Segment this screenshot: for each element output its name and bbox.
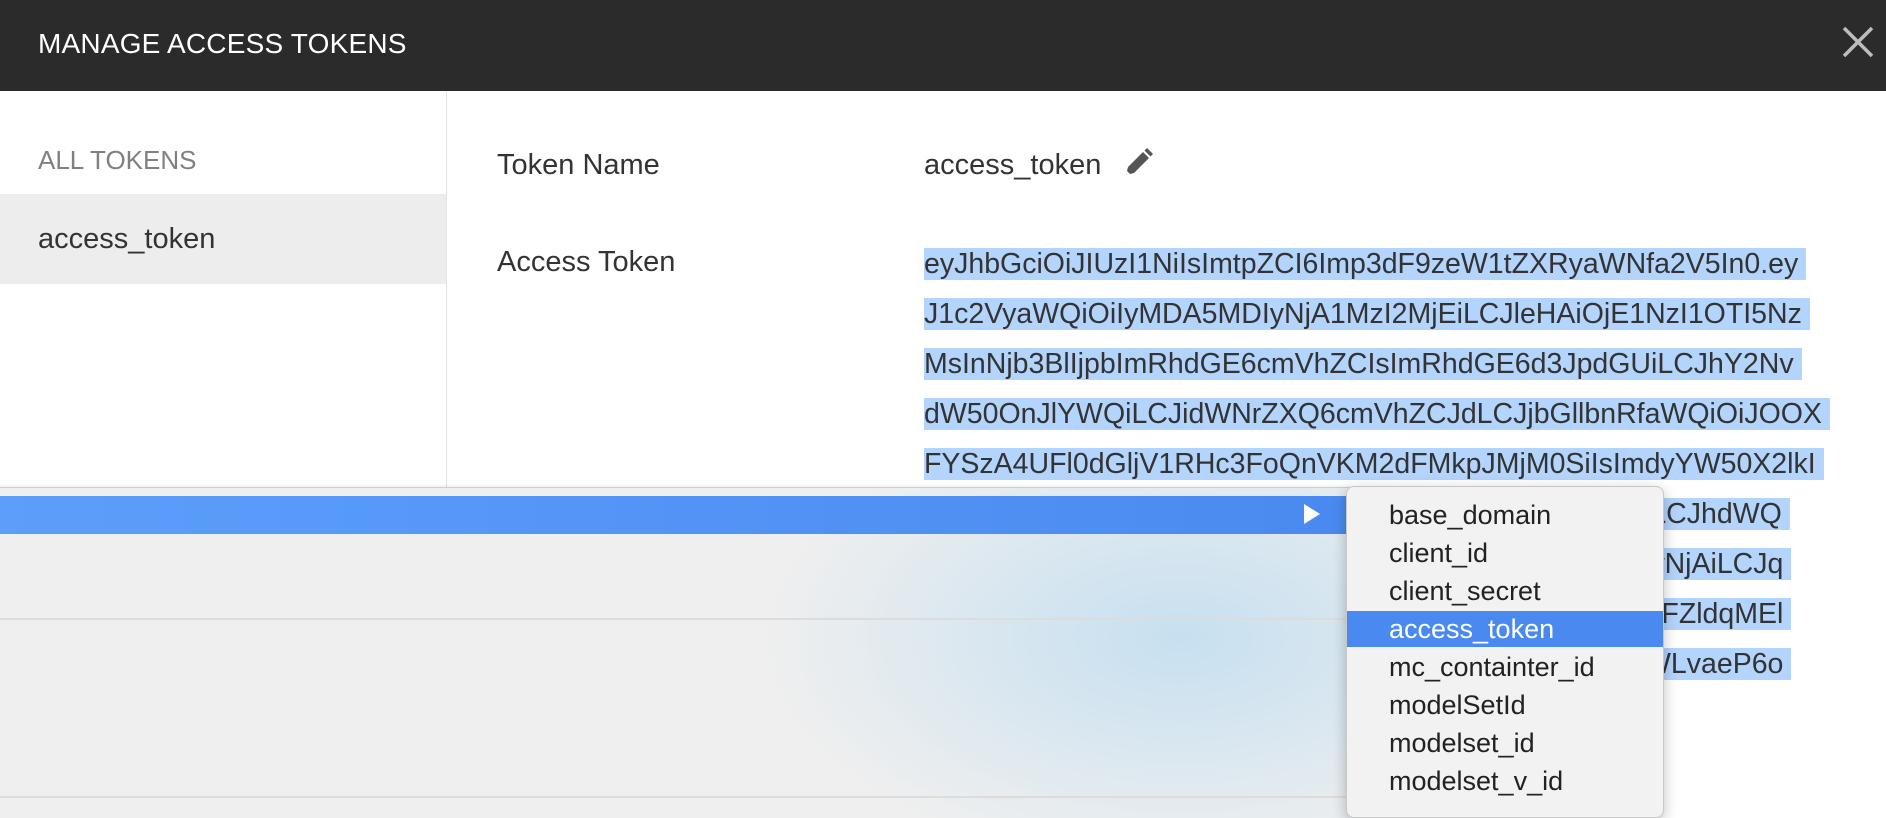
- triangle-right-icon[interactable]: [1302, 501, 1322, 527]
- variable-submenu: base_domain client_id client_secret acce…: [1346, 486, 1664, 818]
- dialog-titlebar: MANAGE ACCESS TOKENS: [0, 0, 1886, 91]
- submenu-item-client-secret[interactable]: client_secret: [1347, 573, 1663, 609]
- submenu-item-access-token[interactable]: access_token: [1347, 611, 1663, 647]
- token-name-value: access_token: [924, 149, 1102, 181]
- menu-separator: [0, 618, 1350, 620]
- context-menu-highlighted-item[interactable]: [0, 496, 1350, 534]
- submenu-item-client-id[interactable]: client_id: [1347, 535, 1663, 571]
- menu-separator: [0, 796, 1350, 798]
- access-token-label: Access Token: [497, 246, 676, 278]
- token-name-label: Token Name: [497, 149, 660, 181]
- token-line: J1c2VyaWQiOiIyMDA5MDIyNjA1MzI2MjEiLCJleH…: [924, 289, 1884, 339]
- submenu-item-modelsetid[interactable]: modelSetId: [1347, 687, 1663, 723]
- submenu-item-mc-containter-id[interactable]: mc_containter_id: [1347, 649, 1663, 685]
- sidebar-header: ALL TOKENS: [38, 145, 197, 175]
- pencil-icon[interactable]: [1122, 147, 1154, 179]
- dialog-title: MANAGE ACCESS TOKENS: [38, 28, 407, 59]
- token-line: MsInNjb3BlIjpbImRhdGE6cmVhZCIsImRhdGE6d3…: [924, 339, 1884, 389]
- submenu-item-modelset-v-id[interactable]: modelset_v_id: [1347, 763, 1663, 799]
- submenu-item-base-domain[interactable]: base_domain: [1347, 497, 1663, 533]
- sidebar-item-access-token[interactable]: access_token: [0, 194, 446, 284]
- submenu-item-modelset-id[interactable]: modelset_id: [1347, 725, 1663, 761]
- token-line: dW50OnJlYWQiLCJidWNrZXQ6cmVhZCJdLCJjbGll…: [924, 389, 1884, 439]
- token-line: FYSzA4UFl0dGljV1RHc3FoQnVKM2dFMkpJMjM0Si…: [924, 439, 1884, 489]
- close-icon[interactable]: [1836, 20, 1880, 64]
- sidebar-item-label: access_token: [38, 223, 216, 255]
- context-menu: [0, 487, 1350, 818]
- token-line: eyJhbGciOiJIUzI1NiIsImtpZCI6Imp3dF9zeW1t…: [924, 239, 1884, 289]
